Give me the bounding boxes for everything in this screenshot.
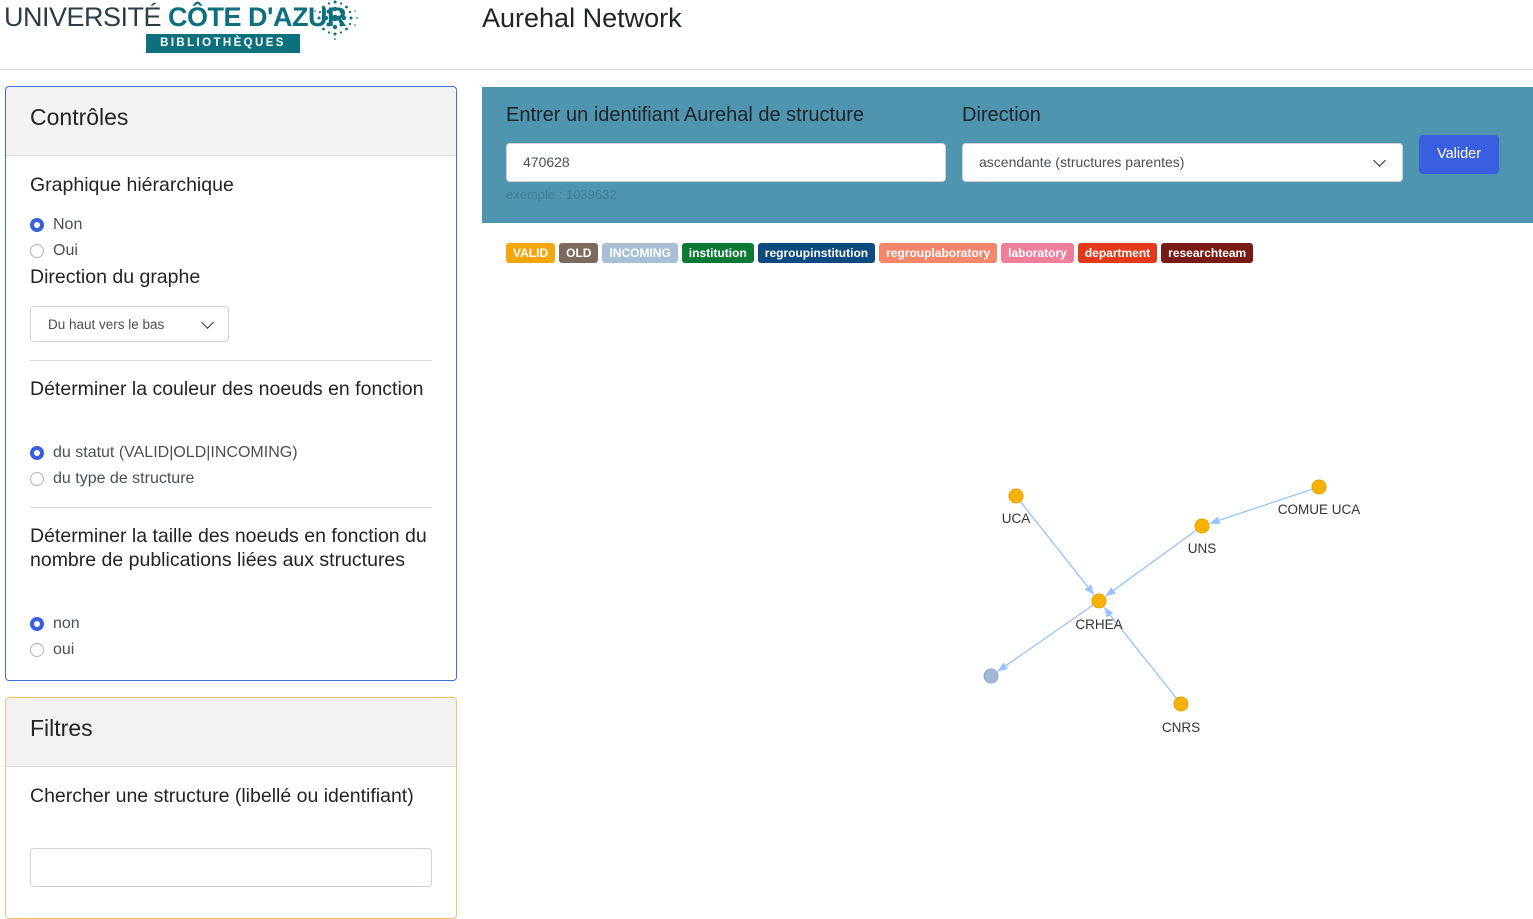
graph-node-circle[interactable] xyxy=(1091,593,1107,609)
controls-card: Contrôles Graphique hiérarchique Non Oui… xyxy=(5,86,457,681)
graph-node-circle[interactable] xyxy=(983,668,999,684)
logo-subtitle: BIBLIOTHÈQUES xyxy=(146,34,300,53)
graph-node-label: UCA xyxy=(1002,511,1031,526)
graph-node[interactable]: UCA xyxy=(1002,488,1031,526)
legend-badge-institution: institution xyxy=(681,243,754,263)
radio-unselected-icon[interactable] xyxy=(30,244,44,258)
structure-id-label: Entrer un identifiant Aurehal de structu… xyxy=(506,104,864,126)
graph-edge[interactable] xyxy=(1105,529,1197,597)
graph-node-label: UNS xyxy=(1188,541,1217,556)
legend-badge-valid: VALID xyxy=(506,243,556,263)
graph-node[interactable]: CNRS xyxy=(1162,696,1200,735)
hierarchical-oui-radio[interactable]: Oui xyxy=(30,241,78,261)
graph-node-label: CNRS xyxy=(1162,720,1200,735)
page-title: Aurehal Network xyxy=(482,3,682,33)
size-non-radio[interactable]: non xyxy=(30,614,80,634)
node-size-title: Déterminer la taille des noeuds en fonct… xyxy=(30,525,427,571)
direction-select[interactable]: ascendante (structures parentes) xyxy=(962,143,1403,182)
size-oui-radio[interactable]: oui xyxy=(30,640,74,660)
legend-badge-incoming: INCOMING xyxy=(602,243,678,263)
node-color-title: Déterminer la couleur des noeuds en fonc… xyxy=(30,378,424,400)
legend-badge-researchteam: researchteam xyxy=(1161,243,1254,263)
query-panel: Entrer un identifiant Aurehal de structu… xyxy=(482,87,1533,223)
filters-title: Filtres xyxy=(30,715,93,741)
chevron-down-icon xyxy=(201,316,214,329)
legend-badge-laboratory: laboratory xyxy=(1001,243,1074,263)
chevron-down-icon xyxy=(1373,154,1386,167)
graph-node[interactable]: UNS xyxy=(1188,518,1217,556)
graph-direction-title: Direction du graphe xyxy=(30,266,201,288)
filters-card: Filtres Chercher une structure (libellé … xyxy=(5,697,457,919)
structure-id-hint: exemple : 1039632 xyxy=(506,187,617,202)
divider xyxy=(30,360,432,361)
radio-selected-icon[interactable] xyxy=(30,617,44,631)
network-graph[interactable]: UCA COMUE UCA UNS CRHEA CNRS xyxy=(482,270,1533,894)
controls-card-header: Contrôles xyxy=(6,87,456,156)
divider xyxy=(30,507,432,508)
legend-badge-regrouplaboratory: regrouplaboratory xyxy=(879,243,998,263)
search-structure-label: Chercher une structure (libellé ou ident… xyxy=(30,785,414,807)
university-logo[interactable]: UNIVERSITÉ CÔTE D'AZUR BIBLIOTHÈQUES xyxy=(4,0,364,56)
graph-node-circle[interactable] xyxy=(1194,518,1210,534)
graph-node-circle[interactable] xyxy=(1173,696,1189,712)
direction-label: Direction xyxy=(962,104,1041,126)
legend: VALID OLD INCOMING institution regroupinstit… xyxy=(506,243,1254,263)
color-by-status-radio[interactable]: du statut (VALID|OLD|INCOMING) xyxy=(30,443,298,463)
controls-title: Contrôles xyxy=(30,104,129,130)
radio-unselected-icon[interactable] xyxy=(30,472,44,486)
graph-node-label: COMUE UCA xyxy=(1278,502,1361,517)
graph-node[interactable]: COMUE UCA xyxy=(1278,479,1361,517)
page-header: UNIVERSITÉ CÔTE D'AZUR BIBLIOTHÈQUES Aur… xyxy=(0,0,1533,70)
graph-node-circle[interactable] xyxy=(1008,488,1024,504)
graph-edge[interactable] xyxy=(1019,501,1095,596)
legend-badge-regroupinstitution: regroupinstitution xyxy=(757,243,876,263)
structure-id-input[interactable]: 470628 xyxy=(506,143,946,182)
validate-button[interactable]: Valider xyxy=(1419,135,1499,174)
legend-badge-department: department xyxy=(1077,243,1158,263)
radio-selected-icon[interactable] xyxy=(30,218,44,232)
logo-wordmark: UNIVERSITÉ CÔTE D'AZUR xyxy=(4,2,346,32)
radio-unselected-icon[interactable] xyxy=(30,643,44,657)
radio-selected-icon[interactable] xyxy=(30,446,44,460)
graph-node[interactable] xyxy=(983,668,999,684)
graph-edge[interactable] xyxy=(997,604,1094,672)
logo-dots-icon xyxy=(312,0,358,40)
legend-badge-old: OLD xyxy=(559,243,599,263)
graph-direction-select[interactable]: Du haut vers le bas xyxy=(30,306,229,342)
search-structure-input[interactable] xyxy=(30,848,432,887)
graph-node-circle[interactable] xyxy=(1311,479,1327,495)
color-by-type-radio[interactable]: du type de structure xyxy=(30,469,194,489)
graph-node-label: CRHEA xyxy=(1075,617,1122,632)
hierarchical-title: Graphique hiérarchique xyxy=(30,174,234,196)
filters-card-header: Filtres xyxy=(6,698,456,767)
hierarchical-non-radio[interactable]: Non xyxy=(30,215,82,235)
